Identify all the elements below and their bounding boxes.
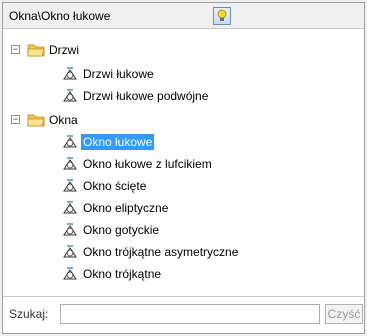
clear-button[interactable]: Czyść bbox=[325, 304, 363, 324]
category-tree: − Drzwi Drzwi łukowe Drzwi łukowe podwój… bbox=[3, 29, 364, 299]
folder-label: Drzwi bbox=[49, 43, 79, 57]
window-shape-icon bbox=[63, 89, 77, 102]
tree-item-label: Okno łukowe z lufcikiem bbox=[83, 157, 212, 171]
tree-item-label: Okno łukowe bbox=[81, 134, 155, 150]
window-shape-icon bbox=[63, 67, 77, 80]
tree-item-label: Okno trójkątne asymetryczne bbox=[83, 245, 239, 259]
window-shape-icon bbox=[63, 179, 77, 192]
folder-open-icon bbox=[27, 114, 45, 127]
search-bar: Szukaj: Czyść bbox=[3, 296, 364, 333]
tree-item-label: Okno trójkątne bbox=[83, 267, 162, 281]
hint-button[interactable] bbox=[213, 7, 231, 25]
search-input[interactable] bbox=[60, 304, 320, 324]
tree-item[interactable]: Okno trójkątne bbox=[61, 265, 163, 283]
tree-item[interactable]: Drzwi łukowe podwójne bbox=[61, 87, 210, 105]
tree-item[interactable]: Drzwi łukowe bbox=[61, 65, 156, 83]
window-shape-icon bbox=[63, 201, 77, 214]
window-shape-icon bbox=[63, 267, 77, 280]
window-shape-icon bbox=[63, 245, 77, 258]
library-panel: Okna\Okno łukowe − Drzwi Drzwi łukowe Dr… bbox=[2, 2, 365, 334]
tree-item-label: Okno eliptyczne bbox=[83, 201, 169, 215]
current-path: Okna\Okno łukowe bbox=[9, 9, 111, 23]
path-header: Okna\Okno łukowe bbox=[3, 3, 364, 29]
tree-item[interactable]: Okno eliptyczne bbox=[61, 199, 170, 217]
collapse-drzwi-toggle[interactable]: − bbox=[11, 45, 20, 54]
tree-item-label: Okno ścięte bbox=[83, 179, 147, 193]
window-shape-icon bbox=[63, 135, 77, 148]
collapse-okna-toggle[interactable]: − bbox=[11, 115, 20, 124]
tree-item-label: Drzwi łukowe podwójne bbox=[83, 89, 209, 103]
folder-open-icon bbox=[27, 44, 45, 57]
tree-item-selected[interactable]: Okno łukowe bbox=[61, 133, 155, 151]
window-shape-icon bbox=[63, 157, 77, 170]
tree-folder-okna[interactable]: Okna bbox=[27, 111, 80, 129]
lightbulb-icon bbox=[217, 9, 227, 21]
tree-folder-drzwi[interactable]: Drzwi bbox=[27, 41, 81, 59]
search-label: Szukaj: bbox=[9, 307, 49, 321]
tree-item[interactable]: Okno ścięte bbox=[61, 177, 148, 195]
tree-item-label: Drzwi łukowe bbox=[83, 67, 154, 81]
window-shape-icon bbox=[63, 223, 77, 236]
tree-item[interactable]: Okno łukowe z lufcikiem bbox=[61, 155, 214, 173]
folder-label: Okna bbox=[49, 113, 78, 127]
tree-item[interactable]: Okno gotyckie bbox=[61, 221, 161, 239]
tree-item-label: Okno gotyckie bbox=[83, 223, 160, 237]
tree-item[interactable]: Okno trójkątne asymetryczne bbox=[61, 243, 240, 261]
